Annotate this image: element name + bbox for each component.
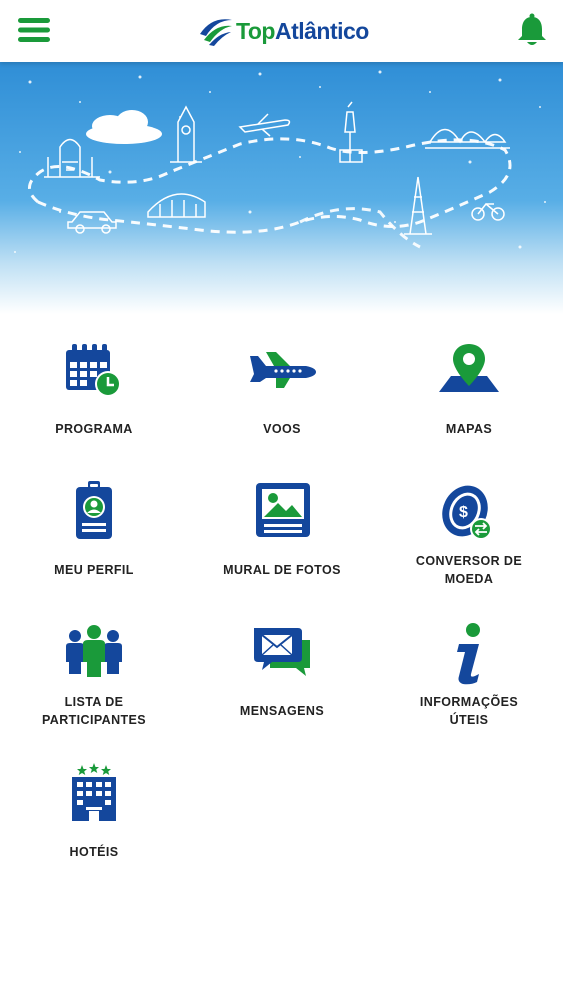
hotel-building-icon xyxy=(72,763,116,821)
menu-label-voos: VOOS xyxy=(263,422,301,436)
menu-label-line1: CONVERSOR DE xyxy=(415,554,523,568)
brand-top-text: Top xyxy=(236,17,275,44)
brand-logo: TopAtlântico xyxy=(198,12,369,50)
menu-label-mapas: MAPAS xyxy=(445,422,493,436)
menu-label-mural-de-fotos: MURAL DE FOTOS xyxy=(223,563,341,577)
airplane-icon xyxy=(250,352,316,388)
menu-item-lista-de-participantes[interactable]: LISTA DE PARTICIPANTES xyxy=(0,596,188,736)
hamburger-menu-icon xyxy=(18,18,50,42)
menu-item-mural-de-fotos[interactable]: MURAL DE FOTOS xyxy=(188,455,376,595)
bell-icon xyxy=(518,13,546,45)
map-pin-icon xyxy=(439,344,499,392)
menu-item-programa[interactable]: PROGRAMA xyxy=(0,314,188,454)
brand-name-text: Atlântico xyxy=(274,17,369,44)
travel-landmarks-illustration xyxy=(0,62,563,314)
menu-item-meu-perfil[interactable]: MEU PERFIL xyxy=(0,455,188,595)
menu-item-mensagens[interactable]: MENSAGENS xyxy=(188,596,376,736)
menu-label-conversor-de-moeda: CONVERSOR DE MOEDA xyxy=(381,552,557,588)
menu-label-line1: LISTA DE xyxy=(64,695,124,709)
menu-label-programa: PROGRAMA xyxy=(55,422,133,436)
people-group-icon xyxy=(66,625,122,677)
id-badge-icon xyxy=(76,481,112,539)
photo-frame-icon xyxy=(256,483,310,537)
logo-swoosh-icon xyxy=(200,19,232,46)
menu-item-mapas[interactable]: MAPAS xyxy=(375,314,563,454)
menu-label-hoteis: HOTÉIS xyxy=(69,845,119,859)
menu-button[interactable] xyxy=(14,12,54,48)
menu-label-lista-de-participantes: LISTA DE PARTICIPANTES xyxy=(6,693,182,729)
menu-label-line1: INFORMAÇÕES xyxy=(419,695,519,709)
menu-label-line2: ÚTEIS xyxy=(449,713,489,727)
app-header: TopAtlântico xyxy=(0,0,563,62)
calendar-clock-icon xyxy=(66,344,121,397)
menu-label-line2: MOEDA xyxy=(444,572,494,586)
chat-envelope-icon xyxy=(254,628,310,676)
menu-item-hoteis[interactable]: HOTÉIS xyxy=(0,737,188,877)
menu-item-conversor-de-moeda[interactable]: $ CONVERSOR DE MOEDA xyxy=(375,455,563,595)
currency-exchange-icon: $ xyxy=(442,485,492,540)
menu-label-mensagens: MENSAGENS xyxy=(239,704,325,718)
menu-item-voos[interactable]: VOOS xyxy=(188,314,376,454)
menu-label-line2: PARTICIPANTES xyxy=(41,713,147,727)
svg-text:$: $ xyxy=(459,504,468,521)
menu-label-meu-perfil: MEU PERFIL xyxy=(54,563,134,577)
menu-item-informacoes-uteis[interactable]: INFORMAÇÕES ÚTEIS xyxy=(375,596,563,736)
travel-banner xyxy=(0,62,563,314)
info-icon xyxy=(457,623,480,685)
notifications-button[interactable] xyxy=(515,12,549,48)
menu-label-informacoes-uteis: INFORMAÇÕES ÚTEIS xyxy=(381,693,557,729)
